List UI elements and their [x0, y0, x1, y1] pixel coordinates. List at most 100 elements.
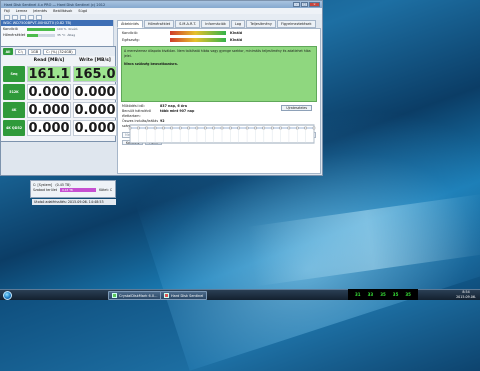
taskbar-crystaldiskmark[interactable]: CrystalDiskMark 6.0... — [108, 291, 162, 300]
system-clock[interactable]: 8:54 2015.09.06. — [456, 289, 476, 300]
partition-label: Kötet: C — [99, 187, 113, 192]
lifetime-label: Becsült hátralévő élettartam: — [122, 109, 151, 118]
settings-icon[interactable] — [28, 14, 34, 20]
condition-percent: 100 % — [57, 27, 67, 31]
chart-point — [245, 126, 249, 130]
tray-temp-2: 33 — [367, 292, 374, 297]
chart-point — [187, 126, 190, 130]
menu-file[interactable]: Fájl — [4, 9, 10, 13]
4k-qd32-read-value: 0.000 — [27, 120, 71, 136]
volume-size: (0.45 TB) — [55, 182, 71, 187]
chart-point — [304, 126, 307, 130]
minimize-button[interactable]: – — [293, 2, 300, 7]
chart-point — [279, 126, 282, 130]
4k-qd32-test-button[interactable]: 4K QD32 — [3, 120, 25, 136]
condition-status-label: Kondíció: — [122, 30, 138, 35]
maximize-button[interactable]: □ — [301, 2, 308, 7]
lifetime-value: több mint 907 nap — [160, 109, 195, 113]
free-space-value: 0.43 TB — [62, 187, 73, 192]
chart-point — [296, 126, 299, 130]
chart-point — [312, 126, 316, 130]
menu-settings[interactable]: Beállítások — [53, 9, 72, 13]
chart-point — [254, 126, 257, 130]
chart-point — [229, 126, 232, 130]
4k-read-value: 0.000 — [27, 102, 71, 118]
all-button[interactable]: All — [3, 48, 13, 55]
condition-status-value: Kiváló — [230, 30, 243, 35]
overview-panel: Kondíció: Kiváló Egészség: Kiváló A mere… — [117, 28, 321, 174]
chart-point — [287, 126, 291, 130]
advice-text: A merevlemez állapota kiválóan. Nem talá… — [124, 49, 311, 58]
512k-read-value: 0.000 — [27, 84, 71, 100]
temperature-label: Hőmérséklet — [3, 33, 26, 37]
tray-temp-3: 35 — [380, 292, 386, 297]
advice-action: Nincs szükség beavatkozásra. — [124, 62, 178, 66]
start-button[interactable] — [3, 291, 12, 300]
chart-point — [237, 126, 240, 130]
condition-state: Kiváló — [68, 27, 78, 31]
drive-list: WDC WD7500BPVT-00HXZT0 (0.82 TB) Kondíci… — [1, 20, 114, 46]
4k-qd32-write-value: 0.000 — [73, 120, 117, 136]
condition-bar — [27, 27, 55, 31]
tray-temp-4: 35 — [392, 292, 399, 297]
condition-history-chart — [128, 124, 316, 144]
close-button[interactable]: × — [309, 2, 320, 7]
condition-status: Kondíció: Kiváló — [118, 29, 320, 36]
help-icon[interactable] — [36, 14, 42, 20]
tab-alerts[interactable]: Figyelmeztetések — [276, 20, 316, 28]
benchmark-grid: Read [MB/s] Write [MB/s] Seq 161.1 165.0… — [1, 56, 117, 138]
seq-write-value: 165.0 — [73, 66, 117, 82]
chart-point — [220, 126, 224, 130]
advice-box: A merevlemez állapota kiválóan. Nem talá… — [121, 46, 317, 102]
volume-name: C: [System] — [33, 182, 53, 187]
tab-overview[interactable]: Áttekintés — [117, 20, 143, 28]
hd-sentinel-icon — [164, 293, 169, 298]
chart-point — [195, 126, 199, 130]
write-header: Write [MB/s] — [79, 58, 111, 63]
tab-information[interactable]: Információk — [201, 20, 230, 28]
tab-smart[interactable]: S.M.A.R.T. — [175, 20, 201, 28]
crystaldiskmark-icon — [112, 293, 117, 298]
seq-test-button[interactable]: Seq — [3, 66, 25, 82]
mode-select[interactable]: C: (%) (324GB) — [43, 48, 76, 55]
tray-temp-1: 31 — [355, 292, 361, 297]
disk-temperature-tray[interactable]: 31 33 35 35 35 — [348, 289, 418, 300]
retest-button[interactable]: Újrateszteles — [281, 105, 312, 111]
condition-gauge — [170, 30, 226, 35]
chart-point — [179, 126, 182, 130]
volume-info-panel: C: [System] (0.45 TB) Szabad terület 0.4… — [30, 180, 116, 198]
title-bar[interactable]: Hard Disk Sentinel 4.x PRO — Hard Disk S… — [1, 1, 322, 8]
report-icon[interactable] — [20, 14, 26, 20]
drive-select[interactable]: C:\ — [15, 48, 26, 55]
chart-point — [162, 126, 165, 130]
tab-temperature[interactable]: Hőmérséklet — [143, 20, 175, 28]
free-space-label: Szabad terület — [33, 187, 58, 192]
drive-temp-row: Hőmérséklet 35 °C Átlag — [1, 32, 113, 38]
4k-test-button[interactable]: 4K — [3, 102, 25, 118]
tab-log[interactable]: Log — [230, 20, 246, 28]
read-header: Read [MB/s] — [33, 58, 65, 63]
test-icon[interactable] — [12, 14, 18, 20]
chart-point — [128, 126, 132, 130]
chart-point — [145, 126, 148, 130]
menu-disk[interactable]: Lemez — [16, 9, 27, 13]
512k-test-button[interactable]: 512K — [3, 84, 25, 100]
menu-help[interactable]: Súgó — [78, 9, 87, 13]
4k-write-value: 0.000 — [73, 102, 117, 118]
tab-performance[interactable]: Teljesítmény — [246, 20, 276, 28]
size-select[interactable]: 1GB — [27, 48, 42, 55]
refresh-icon[interactable] — [4, 14, 10, 20]
512k-write-value: 0.000 — [73, 84, 117, 100]
clock-date: 2015.09.06. — [456, 294, 476, 299]
chart-point — [137, 126, 140, 130]
chart-point — [212, 126, 215, 130]
seq-read-value: 161.1 — [27, 66, 71, 82]
taskbar-hd-sentinel[interactable]: Hard Disk Sentinel — [160, 291, 208, 300]
health-status-label: Egészség: — [122, 37, 140, 42]
chart-point — [170, 126, 173, 130]
status-bar: Utolsó adatfrissítés: 2015.09.06. 14:48:… — [32, 199, 116, 205]
chart-point — [271, 126, 274, 130]
menu-report[interactable]: Jelentés — [33, 9, 47, 13]
window-title: Hard Disk Sentinel 4.x PRO — Hard Disk S… — [4, 2, 106, 7]
temperature-value: 35 °C — [57, 33, 66, 37]
